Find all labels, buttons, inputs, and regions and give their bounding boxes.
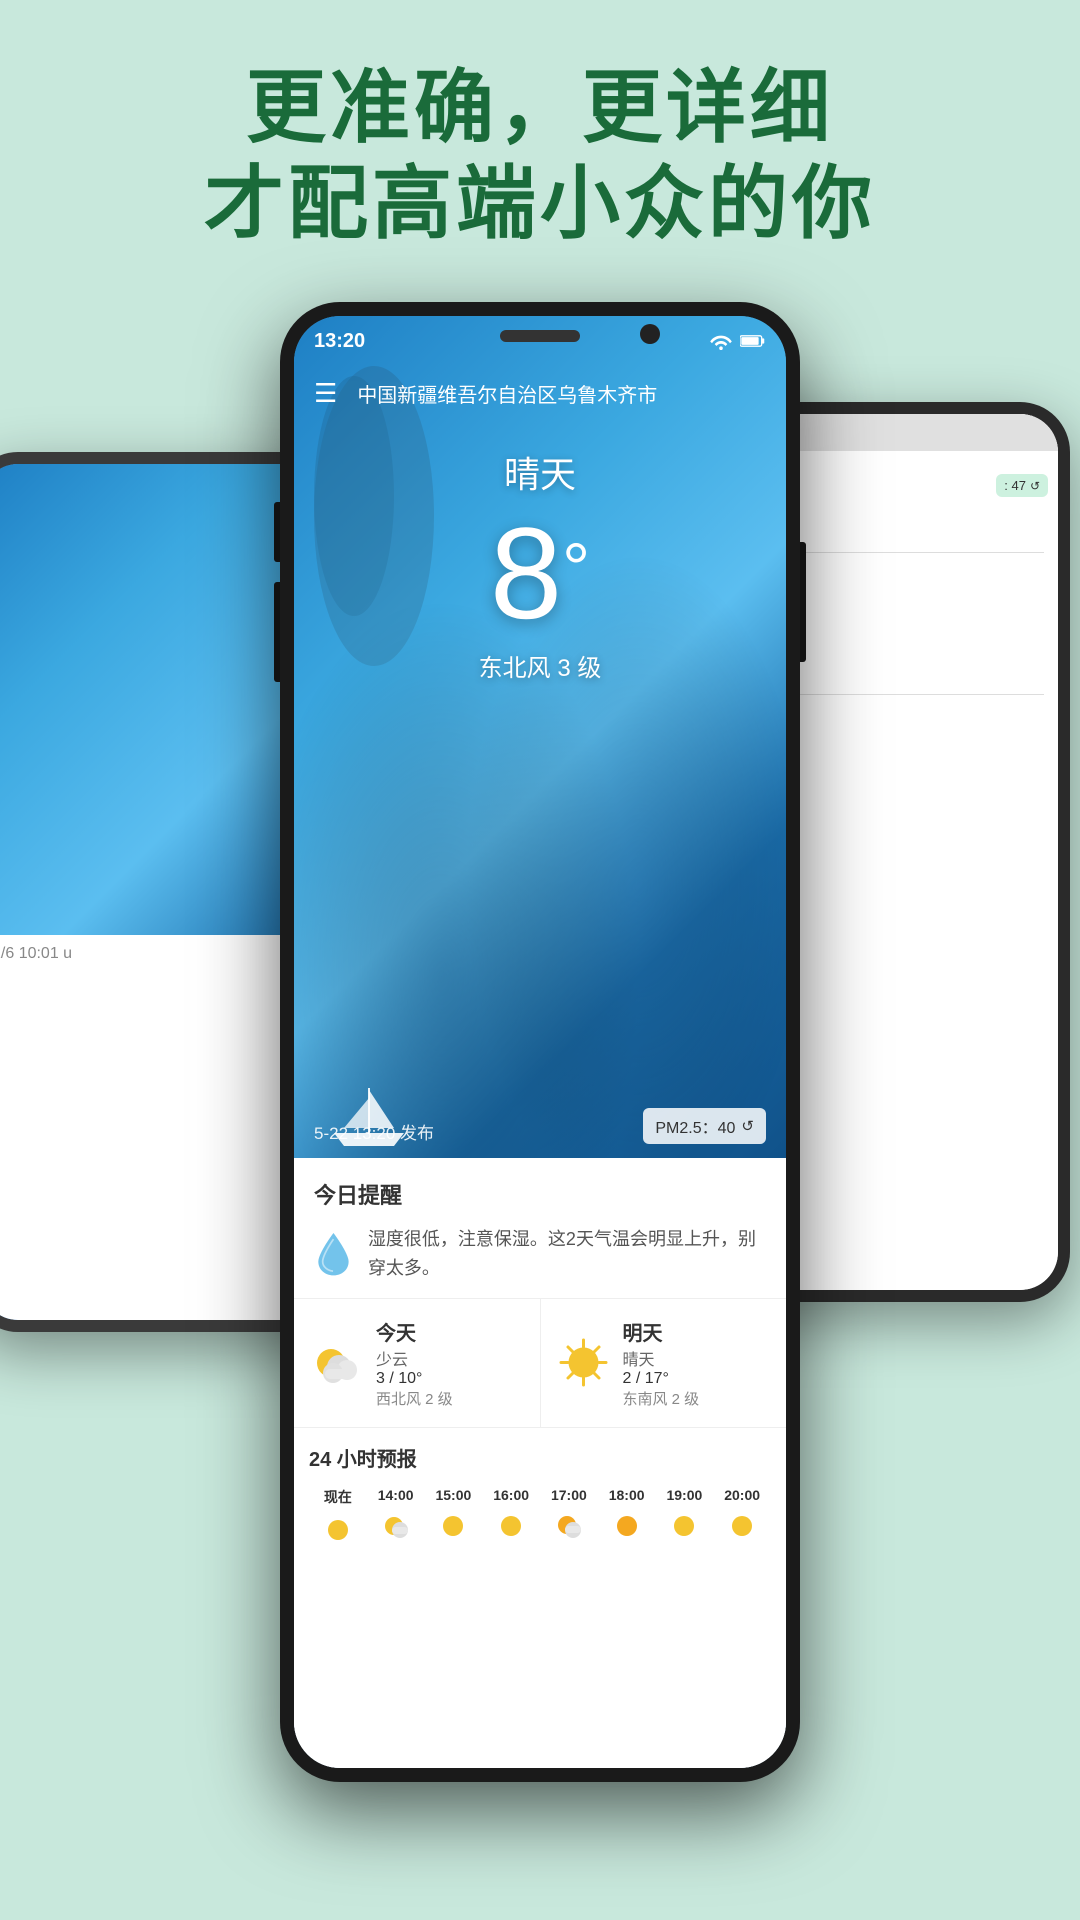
hourly-time-1: 14:00 — [369, 1487, 423, 1503]
hourly-icon-7 — [724, 1508, 760, 1544]
hourly-icon-2 — [435, 1508, 471, 1544]
hourly-icon-0 — [320, 1512, 356, 1548]
left-date: 1/6 10:01 u — [0, 945, 328, 963]
right-pm-badge: : 47 ↺ — [996, 474, 1048, 497]
hourly-time-0: 现在 — [311, 1487, 365, 1507]
hourly-item-6: 19:00 — [656, 1482, 714, 1558]
status-icons — [710, 332, 766, 350]
weather-display: 晴天 8 ° 东北风 3 级 — [294, 446, 786, 683]
reminder-text: 湿度很低，注意保湿。这2天气温会明显上升，别穿太多。 — [368, 1225, 766, 1283]
hourly-item-4: 17:00 — [540, 1482, 598, 1558]
today-forecast-info: 今天 少云 3 / 10° 西北风 2 级 — [376, 1317, 453, 1409]
phone-main: 13:20 — [280, 302, 800, 1782]
tomorrow-temp: 2 / 17° — [623, 1370, 700, 1388]
wind-info: 东北风 3 级 — [294, 648, 786, 683]
reminder-content: 湿度很低，注意保湿。这2天气温会明显上升，别穿太多。 — [314, 1225, 766, 1283]
forecast-row: 今天 少云 3 / 10° 西北风 2 级 — [294, 1299, 786, 1428]
hourly-icon-1 — [378, 1508, 414, 1544]
hourly-time-4: 17:00 — [542, 1487, 596, 1503]
hourly-row: 现在 14:00 — [309, 1482, 771, 1558]
weather-condition: 晴天 — [294, 446, 786, 498]
location-text: 中国新疆维吾尔自治区乌鲁木齐市 — [357, 379, 657, 408]
today-temp: 3 / 10° — [376, 1370, 453, 1388]
white-content: 今日提醒 湿度很低，注意保湿。这2天气温会明显上升，别穿太多。 — [294, 1158, 786, 1768]
top-bar: ☰ 中国新疆维吾尔自治区乌鲁木齐市 — [294, 366, 786, 421]
today-label: 今天 — [376, 1317, 453, 1346]
today-wind: 西北风 2 级 — [376, 1388, 453, 1409]
degree-symbol: ° — [562, 528, 590, 608]
tomorrow-label: 明天 — [623, 1317, 700, 1346]
tomorrow-desc: 晴天 — [623, 1346, 700, 1370]
menu-icon[interactable]: ☰ — [314, 378, 337, 409]
temperature-container: 8 ° — [294, 508, 786, 638]
hourly-item-1: 14:00 — [367, 1482, 425, 1558]
refresh-icon[interactable]: ↺ — [741, 1117, 754, 1135]
hourly-time-3: 16:00 — [484, 1487, 538, 1503]
hourly-item-7: 20:00 — [713, 1482, 771, 1558]
header-line1: 更准确，更详细 — [0, 60, 1080, 156]
hourly-time-6: 19:00 — [658, 1487, 712, 1503]
phones-container: ☰ 1/6 10:01 u 1/6 10:01 ur — [0, 302, 1080, 1822]
today-desc: 少云 — [376, 1346, 453, 1370]
hourly-time-7: 20:00 — [715, 1487, 769, 1503]
volume-down-button — [274, 582, 280, 682]
pm-value: PM2.5：40 — [655, 1114, 735, 1138]
partly-cloudy-icon — [309, 1335, 364, 1390]
status-time: 13:20 — [314, 330, 365, 353]
phone-screen: 13:20 — [294, 316, 786, 1768]
header-line2: 才配高端小众的你 — [0, 156, 1080, 252]
hourly-time-5: 18:00 — [600, 1487, 654, 1503]
reminder-title: 今日提醒 — [314, 1178, 766, 1210]
hourly-item-0: 现在 — [309, 1482, 367, 1558]
screen-inner: 13:20 — [294, 316, 786, 1768]
speaker — [500, 330, 580, 342]
hourly-item-3: 16:00 — [482, 1482, 540, 1558]
wifi-icon — [710, 332, 732, 350]
tomorrow-wind: 东南风 2 级 — [623, 1388, 700, 1409]
sun-icon — [556, 1335, 611, 1390]
hourly-item-2: 15:00 — [425, 1482, 483, 1558]
pm-badge: PM2.5：40 ↺ — [643, 1108, 766, 1144]
camera — [640, 324, 660, 344]
today-forecast: 今天 少云 3 / 10° 西北风 2 级 — [294, 1299, 541, 1427]
hourly-item-5: 18:00 — [598, 1482, 656, 1558]
tomorrow-forecast-info: 明天 晴天 2 / 17° 东南风 2 级 — [623, 1317, 700, 1409]
published-time: 5-22 13:20 发布 — [314, 1119, 434, 1144]
hourly-icon-3 — [493, 1508, 529, 1544]
header-section: 更准确，更详细 才配高端小众的你 — [0, 0, 1080, 282]
temperature: 8 — [490, 508, 562, 638]
water-drop-icon — [314, 1225, 353, 1280]
volume-up-button — [274, 502, 280, 562]
power-button — [800, 542, 806, 662]
tomorrow-forecast: 明天 晴天 2 / 17° 东南风 2 级 — [541, 1299, 787, 1427]
hourly-icon-4 — [551, 1508, 587, 1544]
hourly-time-2: 15:00 — [427, 1487, 481, 1503]
hourly-title: 24 小时预报 — [309, 1443, 771, 1472]
battery-icon — [740, 333, 766, 349]
hourly-icon-5 — [609, 1508, 645, 1544]
hourly-section: 24 小时预报 现在 14:00 — [294, 1428, 786, 1558]
hourly-icon-6 — [666, 1508, 702, 1544]
today-reminder: 今日提醒 湿度很低，注意保湿。这2天气温会明显上升，别穿太多。 — [294, 1158, 786, 1299]
